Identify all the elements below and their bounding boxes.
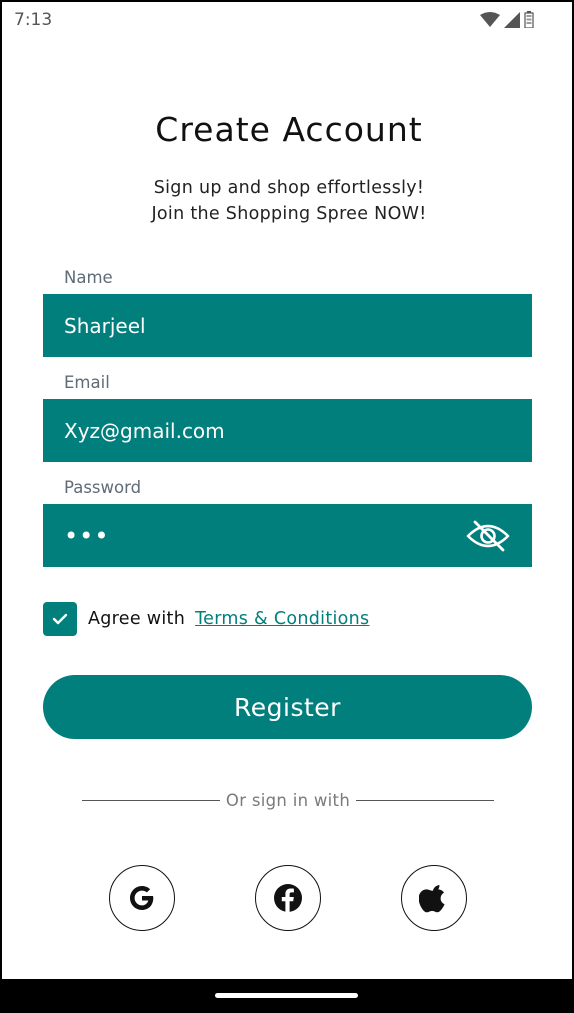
cell-signal-icon [504,11,520,28]
subtitle-line-1: Sign up and shop effortlessly! [153,178,425,198]
eye-off-icon[interactable] [466,520,510,552]
wifi-icon [480,11,500,27]
status-time: 7:13 [14,10,53,30]
checkmark-icon [52,613,68,625]
subtitle-line-2: Join the Shopping Spree NOW! [151,204,427,224]
email-field[interactable]: Xyz@gmail.com [64,419,225,443]
google-sign-in-button[interactable] [109,865,175,931]
app-screen: 7:13 Create Account Sign up and shop eff… [0,0,574,1013]
apple-icon [419,885,445,913]
name-field[interactable]: Sharjeel [64,314,146,338]
divider-line-left [82,800,220,801]
terms-conditions-link[interactable]: Terms & Conditions [195,609,369,629]
battery-icon [524,11,534,28]
divider-line-right [356,800,495,801]
register-button[interactable]: Register [43,675,532,739]
page-title: Create Account [155,110,423,149]
divider-text: Or sign in with [225,791,351,810]
password-label: Password [64,478,142,497]
facebook-sign-in-button[interactable] [255,865,321,931]
password-field-container: ••• [43,504,532,567]
name-label: Name [64,268,113,287]
google-icon [130,886,154,910]
terms-checkbox[interactable] [43,602,77,636]
terms-agreement-row: Agree with Terms & Conditions [43,602,369,636]
password-field[interactable]: ••• [64,524,109,548]
status-icons [480,11,534,28]
apple-sign-in-button[interactable] [401,865,467,931]
system-navigation-bar [0,979,574,1013]
email-field-container: Xyz@gmail.com [43,399,532,462]
home-gesture-handle[interactable] [215,993,358,998]
agree-text: Agree with [88,609,186,629]
facebook-icon [274,884,302,912]
email-label: Email [64,373,110,392]
sign-in-divider: Or sign in with [82,791,495,810]
name-field-container: Sharjeel [43,294,532,357]
